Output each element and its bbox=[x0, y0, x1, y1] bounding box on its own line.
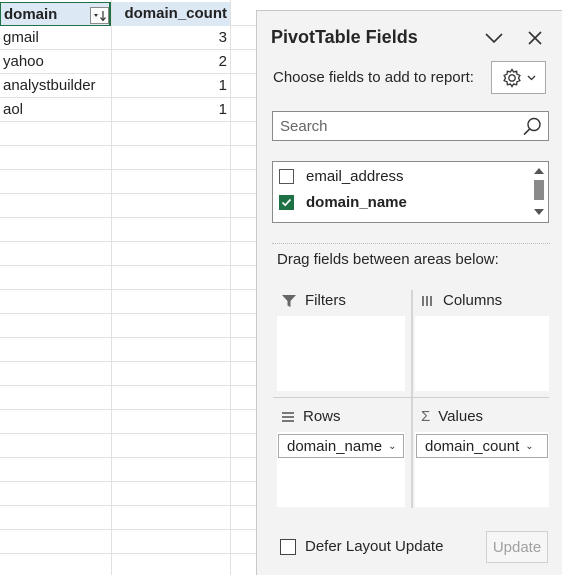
chevron-down-icon bbox=[485, 33, 503, 44]
filters-label: Filters bbox=[305, 292, 346, 309]
field-list: email_address domain_name bbox=[272, 161, 549, 223]
filters-area-title: Filters bbox=[281, 292, 346, 309]
rows-area-title: Rows bbox=[281, 408, 341, 425]
close-icon bbox=[528, 31, 542, 45]
field-item-email-address[interactable]: email_address bbox=[279, 164, 404, 188]
cell-domain[interactable]: analystbuilder bbox=[0, 74, 111, 98]
cell-count[interactable]: 2 bbox=[112, 50, 230, 74]
cell-count[interactable]: 1 bbox=[112, 74, 230, 98]
values-label: Values bbox=[438, 408, 484, 425]
sort-filter-button[interactable] bbox=[90, 7, 109, 24]
field-label: email_address bbox=[306, 167, 404, 185]
field-checkbox[interactable] bbox=[279, 168, 294, 184]
drag-fields-label: Drag fields between areas below: bbox=[277, 251, 499, 268]
update-button[interactable]: Update bbox=[486, 531, 548, 563]
header-domain-label: domain bbox=[4, 6, 58, 23]
field-search-box[interactable] bbox=[272, 111, 549, 141]
gear-icon bbox=[503, 67, 521, 88]
section-divider bbox=[272, 243, 550, 244]
rows-icon bbox=[282, 411, 294, 422]
field-checkbox-checked[interactable] bbox=[279, 194, 294, 210]
pane-title: PivotTable Fields bbox=[271, 27, 418, 47]
chevron-down-icon: ⌄ bbox=[525, 440, 534, 452]
rows-drop-area[interactable]: domain_name ⌄ bbox=[277, 432, 405, 507]
search-input[interactable] bbox=[273, 112, 527, 140]
defer-layout-label: Defer Layout Update bbox=[305, 538, 444, 555]
values-field-pill[interactable]: domain_count ⌄ bbox=[416, 434, 548, 458]
header-cell-domain-count[interactable]: domain_count bbox=[112, 2, 230, 26]
area-separator-vertical bbox=[411, 290, 413, 508]
field-label: domain_name bbox=[306, 193, 407, 211]
field-list-scrollbar[interactable] bbox=[532, 164, 546, 220]
chevron-down-icon bbox=[527, 75, 536, 80]
columns-drop-area[interactable] bbox=[415, 316, 549, 391]
filter-icon bbox=[282, 294, 296, 307]
close-pane-button[interactable] bbox=[523, 26, 547, 50]
cell-count[interactable]: 3 bbox=[112, 26, 230, 50]
cell-domain[interactable]: yahoo bbox=[0, 50, 111, 74]
values-area-title: Σ Values bbox=[421, 408, 483, 425]
search-icon bbox=[523, 117, 541, 136]
filters-drop-area[interactable] bbox=[277, 316, 405, 391]
rows-field-label: domain_name bbox=[287, 437, 383, 455]
values-field-label: domain_count bbox=[425, 437, 520, 455]
field-item-domain-name[interactable]: domain_name bbox=[279, 190, 407, 214]
pivottable-fields-pane: PivotTable Fields Choose fields to add t… bbox=[256, 10, 562, 575]
cell-domain[interactable]: gmail bbox=[0, 26, 111, 50]
columns-area-title: Columns bbox=[421, 292, 502, 309]
chevron-down-icon: ⌄ bbox=[388, 440, 397, 452]
defer-layout-checkbox[interactable] bbox=[280, 539, 296, 555]
columns-icon bbox=[422, 295, 432, 306]
rows-field-pill[interactable]: domain_name ⌄ bbox=[278, 434, 404, 458]
check-icon bbox=[281, 198, 292, 206]
values-drop-area[interactable]: domain_count ⌄ bbox=[415, 432, 549, 507]
pane-options-button[interactable] bbox=[482, 26, 506, 50]
choose-fields-label: Choose fields to add to report: bbox=[273, 69, 474, 86]
sigma-icon: Σ bbox=[421, 408, 431, 425]
rows-label: Rows bbox=[303, 408, 341, 425]
filter-sort-icon bbox=[94, 11, 106, 22]
columns-label: Columns bbox=[443, 292, 503, 309]
tools-button[interactable] bbox=[491, 61, 546, 94]
cell-domain[interactable]: aol bbox=[0, 98, 111, 122]
area-separator-horizontal bbox=[273, 397, 549, 398]
header-cell-domain[interactable]: domain bbox=[0, 2, 111, 26]
cell-count[interactable]: 1 bbox=[112, 98, 230, 122]
